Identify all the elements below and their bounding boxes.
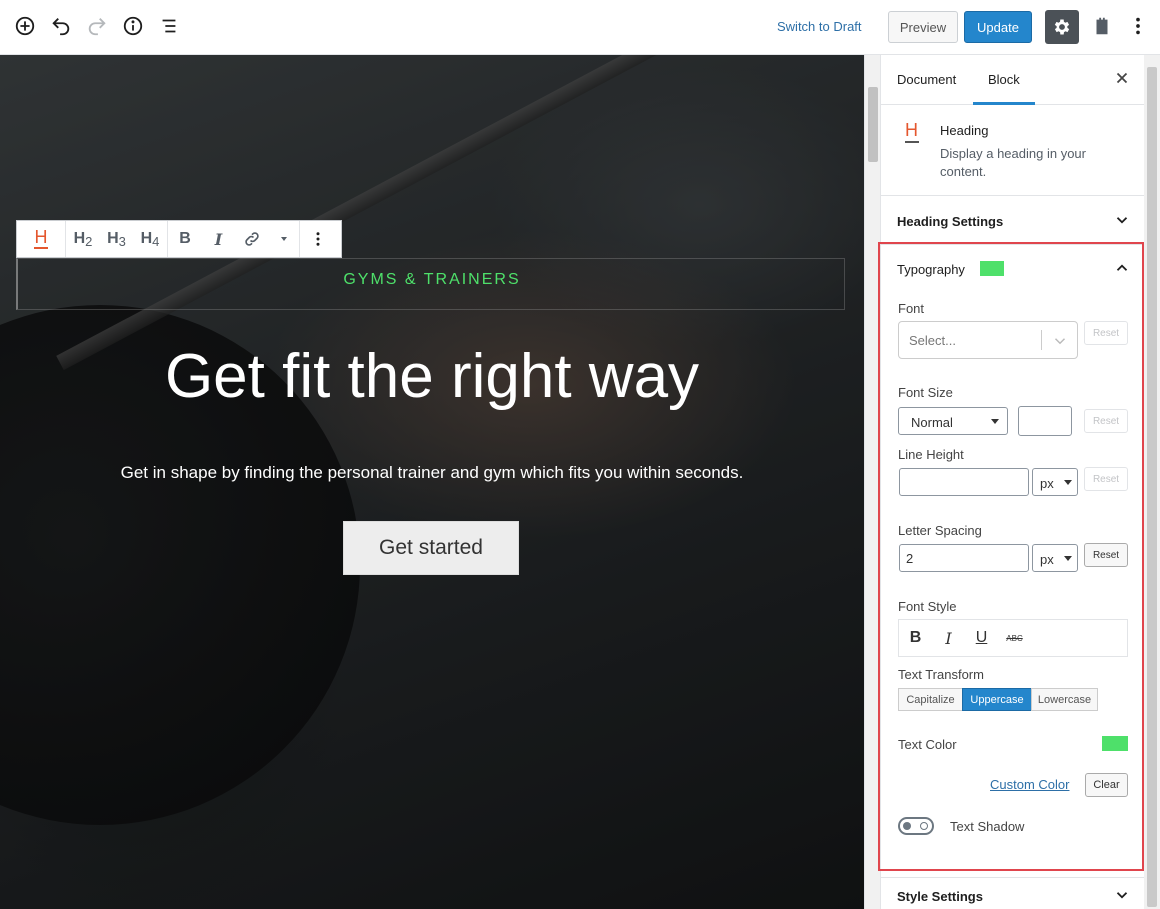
letter-spacing-input[interactable]: 2 xyxy=(899,544,1029,572)
heading-settings-panel-toggle[interactable]: Heading Settings xyxy=(881,197,1145,245)
chevron-down-icon xyxy=(1113,211,1131,229)
font-label: Font xyxy=(898,301,925,316)
eyebrow-heading[interactable]: GYMS & TRAINERS xyxy=(0,271,864,289)
heading-icon: H xyxy=(905,121,919,143)
hero-subtitle[interactable]: Get in shape by finding the personal tra… xyxy=(0,463,864,483)
heading-level-h2-button[interactable]: H2 xyxy=(66,221,100,257)
text-color-swatch[interactable] xyxy=(1102,736,1128,751)
block-toolbar: H H2 H3 H4 B I xyxy=(16,220,342,258)
more-formatting-chevron-down-icon[interactable] xyxy=(269,221,299,257)
settings-sidebar: Document Block H Heading Display a headi… xyxy=(878,55,1145,909)
block-card-title: Heading xyxy=(940,123,989,138)
font-style-bold-button[interactable]: B xyxy=(899,620,932,656)
letter-spacing-unit-select[interactable]: px xyxy=(1032,544,1078,572)
font-size-reset-button[interactable]: Reset xyxy=(1084,409,1128,433)
chevron-down-icon xyxy=(1051,332,1069,350)
custom-color-link[interactable]: Custom Color xyxy=(990,777,1069,792)
line-height-label: Line Height xyxy=(898,447,964,462)
italic-button[interactable]: I xyxy=(202,221,235,257)
font-family-select[interactable]: Select... xyxy=(898,321,1078,359)
hero-cover-block[interactable]: H H2 H3 H4 B I GYMS & TRAINERS Get fit t… xyxy=(0,55,864,909)
font-size-select[interactable]: Normal xyxy=(898,407,1008,435)
heading-level-h4-button[interactable]: H4 xyxy=(133,221,167,257)
line-height-input[interactable] xyxy=(899,468,1029,496)
info-icon[interactable] xyxy=(120,13,146,39)
undo-icon[interactable] xyxy=(48,13,74,39)
line-height-reset-button[interactable]: Reset xyxy=(1084,467,1128,491)
heading-block-icon[interactable]: H xyxy=(17,221,65,257)
preview-button[interactable]: Preview xyxy=(888,11,958,43)
settings-gear-icon[interactable] xyxy=(1045,10,1079,44)
font-reset-button[interactable]: Reset xyxy=(1084,321,1128,345)
add-block-icon[interactable] xyxy=(12,13,38,39)
typography-color-indicator xyxy=(980,261,1004,276)
tab-document[interactable]: Document xyxy=(897,72,956,87)
text-transform-uppercase[interactable]: Uppercase xyxy=(962,688,1032,711)
get-started-button[interactable]: Get started xyxy=(343,521,519,575)
block-more-options-icon[interactable] xyxy=(300,221,336,257)
font-size-custom-input[interactable] xyxy=(1018,406,1072,436)
chevron-down-icon xyxy=(1113,886,1131,904)
more-options-icon[interactable] xyxy=(1125,13,1151,39)
bold-button[interactable]: B xyxy=(168,221,202,257)
line-height-unit-select[interactable]: px xyxy=(1032,468,1078,496)
block-navigation-icon[interactable] xyxy=(156,13,182,39)
font-style-toolbar: B I U ABC xyxy=(898,619,1128,657)
text-transform-group: Capitalize Uppercase Lowercase xyxy=(898,688,1098,711)
update-button[interactable]: Update xyxy=(964,11,1032,43)
font-size-label: Font Size xyxy=(898,385,953,400)
close-icon[interactable] xyxy=(1113,69,1131,87)
link-icon[interactable] xyxy=(235,221,269,257)
clear-color-button[interactable]: Clear xyxy=(1085,773,1128,797)
font-style-underline-button[interactable]: U xyxy=(965,620,998,656)
font-style-italic-button[interactable]: I xyxy=(932,620,965,656)
heading-level-h3-button[interactable]: H3 xyxy=(100,221,133,257)
typography-panel-toggle[interactable]: Typography xyxy=(881,245,1145,293)
hero-title[interactable]: Get fit the right way xyxy=(0,341,864,412)
tab-block[interactable]: Block xyxy=(988,72,1020,87)
text-shadow-label: Text Shadow xyxy=(950,819,1025,834)
text-transform-capitalize[interactable]: Capitalize xyxy=(898,688,963,711)
editor-top-toolbar: Switch to Draft Preview Update xyxy=(0,0,1160,55)
chevron-up-icon xyxy=(1113,259,1131,277)
plugin-icon[interactable] xyxy=(1089,13,1115,39)
block-info-card: H Heading Display a heading in your cont… xyxy=(881,106,1145,196)
sidebar-tabs: Document Block xyxy=(881,55,1145,105)
text-shadow-toggle[interactable] xyxy=(898,817,934,835)
block-card-description: Display a heading in your content. xyxy=(940,146,1086,179)
font-style-label: Font Style xyxy=(898,599,957,614)
text-transform-lowercase[interactable]: Lowercase xyxy=(1031,688,1098,711)
font-style-strikethrough-button[interactable]: ABC xyxy=(998,620,1031,656)
sidebar-scrollbar[interactable] xyxy=(1144,55,1160,909)
text-transform-label: Text Transform xyxy=(898,667,984,682)
redo-icon[interactable] xyxy=(84,13,110,39)
letter-spacing-label: Letter Spacing xyxy=(898,523,982,538)
text-color-label: Text Color xyxy=(898,737,957,752)
style-settings-panel-toggle[interactable]: Style Settings xyxy=(881,877,1145,909)
switch-to-draft-link[interactable]: Switch to Draft xyxy=(777,19,862,34)
letter-spacing-reset-button[interactable]: Reset xyxy=(1084,543,1128,567)
